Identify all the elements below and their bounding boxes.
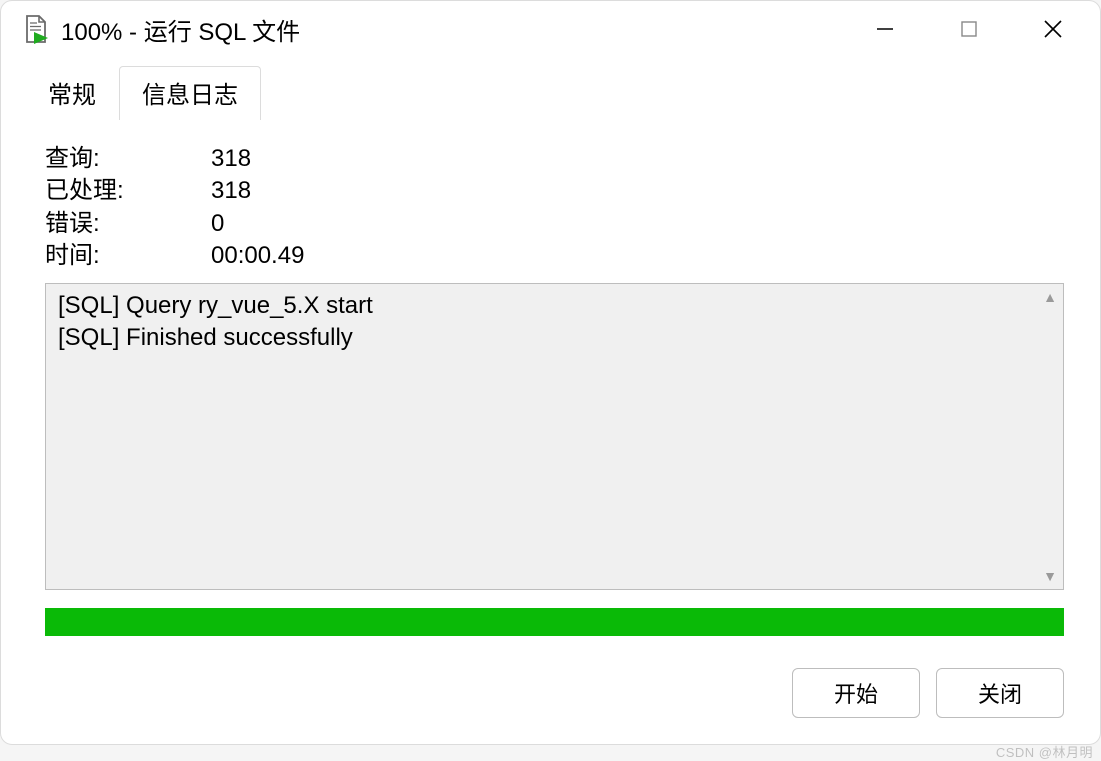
tab-general[interactable]: 常规 [25, 66, 119, 120]
progress-bar [45, 608, 1064, 636]
scrollbar[interactable]: ▲ ▼ [1037, 284, 1063, 589]
watermark: CSDN @林月明 [996, 742, 1093, 761]
stats-value-processed: 318 [211, 175, 251, 207]
stats-block: 查询: 318 已处理: 318 错误: 0 时间: 00:00.49 [45, 143, 1064, 273]
maximize-button[interactable] [946, 8, 992, 50]
minimize-button[interactable] [862, 8, 908, 50]
close-button[interactable] [1030, 8, 1076, 50]
stats-row-query: 查询: 318 [45, 143, 1064, 175]
stats-row-processed: 已处理: 318 [45, 175, 1064, 207]
titlebar: 100% - 运行 SQL 文件 [1, 1, 1100, 57]
tab-info-log[interactable]: 信息日志 [119, 66, 261, 120]
stats-row-errors: 错误: 0 [45, 208, 1064, 240]
window-title: 100% - 运行 SQL 文件 [61, 12, 850, 47]
scroll-up-icon[interactable]: ▲ [1039, 286, 1061, 308]
stats-row-time: 时间: 00:00.49 [45, 240, 1064, 272]
stats-label-errors: 错误: [45, 208, 211, 240]
content-area: 查询: 318 已处理: 318 错误: 0 时间: 00:00.49 [SQL… [1, 119, 1100, 652]
tab-strip: 常规 信息日志 [1, 57, 1100, 119]
log-text[interactable]: [SQL] Query ry_vue_5.X start [SQL] Finis… [46, 284, 1037, 589]
dialog-footer: 开始 关闭 [1, 652, 1100, 744]
stats-label-processed: 已处理: [45, 175, 211, 207]
scroll-down-icon[interactable]: ▼ [1039, 565, 1061, 587]
stats-value-errors: 0 [211, 208, 224, 240]
dialog-window: 100% - 运行 SQL 文件 常规 信息日志 查询: 318 已处理: 31… [0, 0, 1101, 745]
stats-label-query: 查询: [45, 143, 211, 175]
start-button[interactable]: 开始 [792, 668, 920, 718]
sql-file-icon [23, 14, 49, 44]
stats-label-time: 时间: [45, 240, 211, 272]
stats-value-query: 318 [211, 143, 251, 175]
window-controls [862, 8, 1090, 50]
close-dialog-button[interactable]: 关闭 [936, 668, 1064, 718]
log-box: [SQL] Query ry_vue_5.X start [SQL] Finis… [45, 283, 1064, 590]
stats-value-time: 00:00.49 [211, 240, 304, 272]
